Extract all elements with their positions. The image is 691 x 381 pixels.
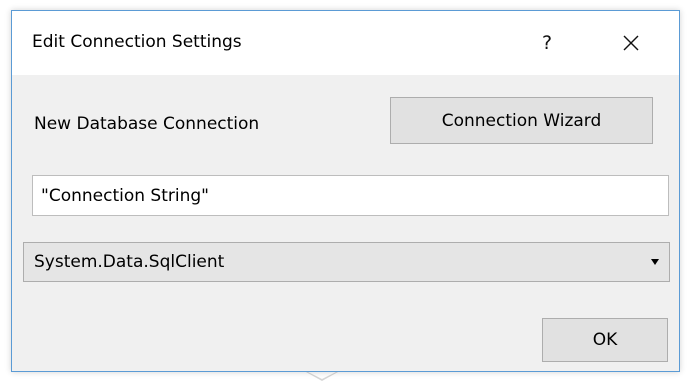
dialog-title: Edit Connection Settings [32,32,242,52]
connection-wizard-button[interactable]: Connection Wizard [390,97,653,144]
provider-selected-value: System.Data.SqlClient [34,252,225,272]
help-button[interactable]: ? [524,23,570,63]
close-button[interactable] [608,23,654,63]
edit-connection-dialog: Edit Connection Settings ? New Database … [11,10,680,372]
help-icon: ? [541,32,553,54]
pointer-caret-fill [308,372,336,379]
new-database-connection-label: New Database Connection [34,114,260,134]
dialog-titlebar: Edit Connection Settings ? [12,11,679,75]
provider-dropdown[interactable]: System.Data.SqlClient [23,242,670,282]
page: Edit Connection Settings ? New Database … [0,0,691,381]
connection-string-input[interactable] [32,175,669,216]
close-icon [623,35,639,51]
chevron-down-icon [651,259,659,265]
ok-button[interactable]: OK [542,318,668,362]
